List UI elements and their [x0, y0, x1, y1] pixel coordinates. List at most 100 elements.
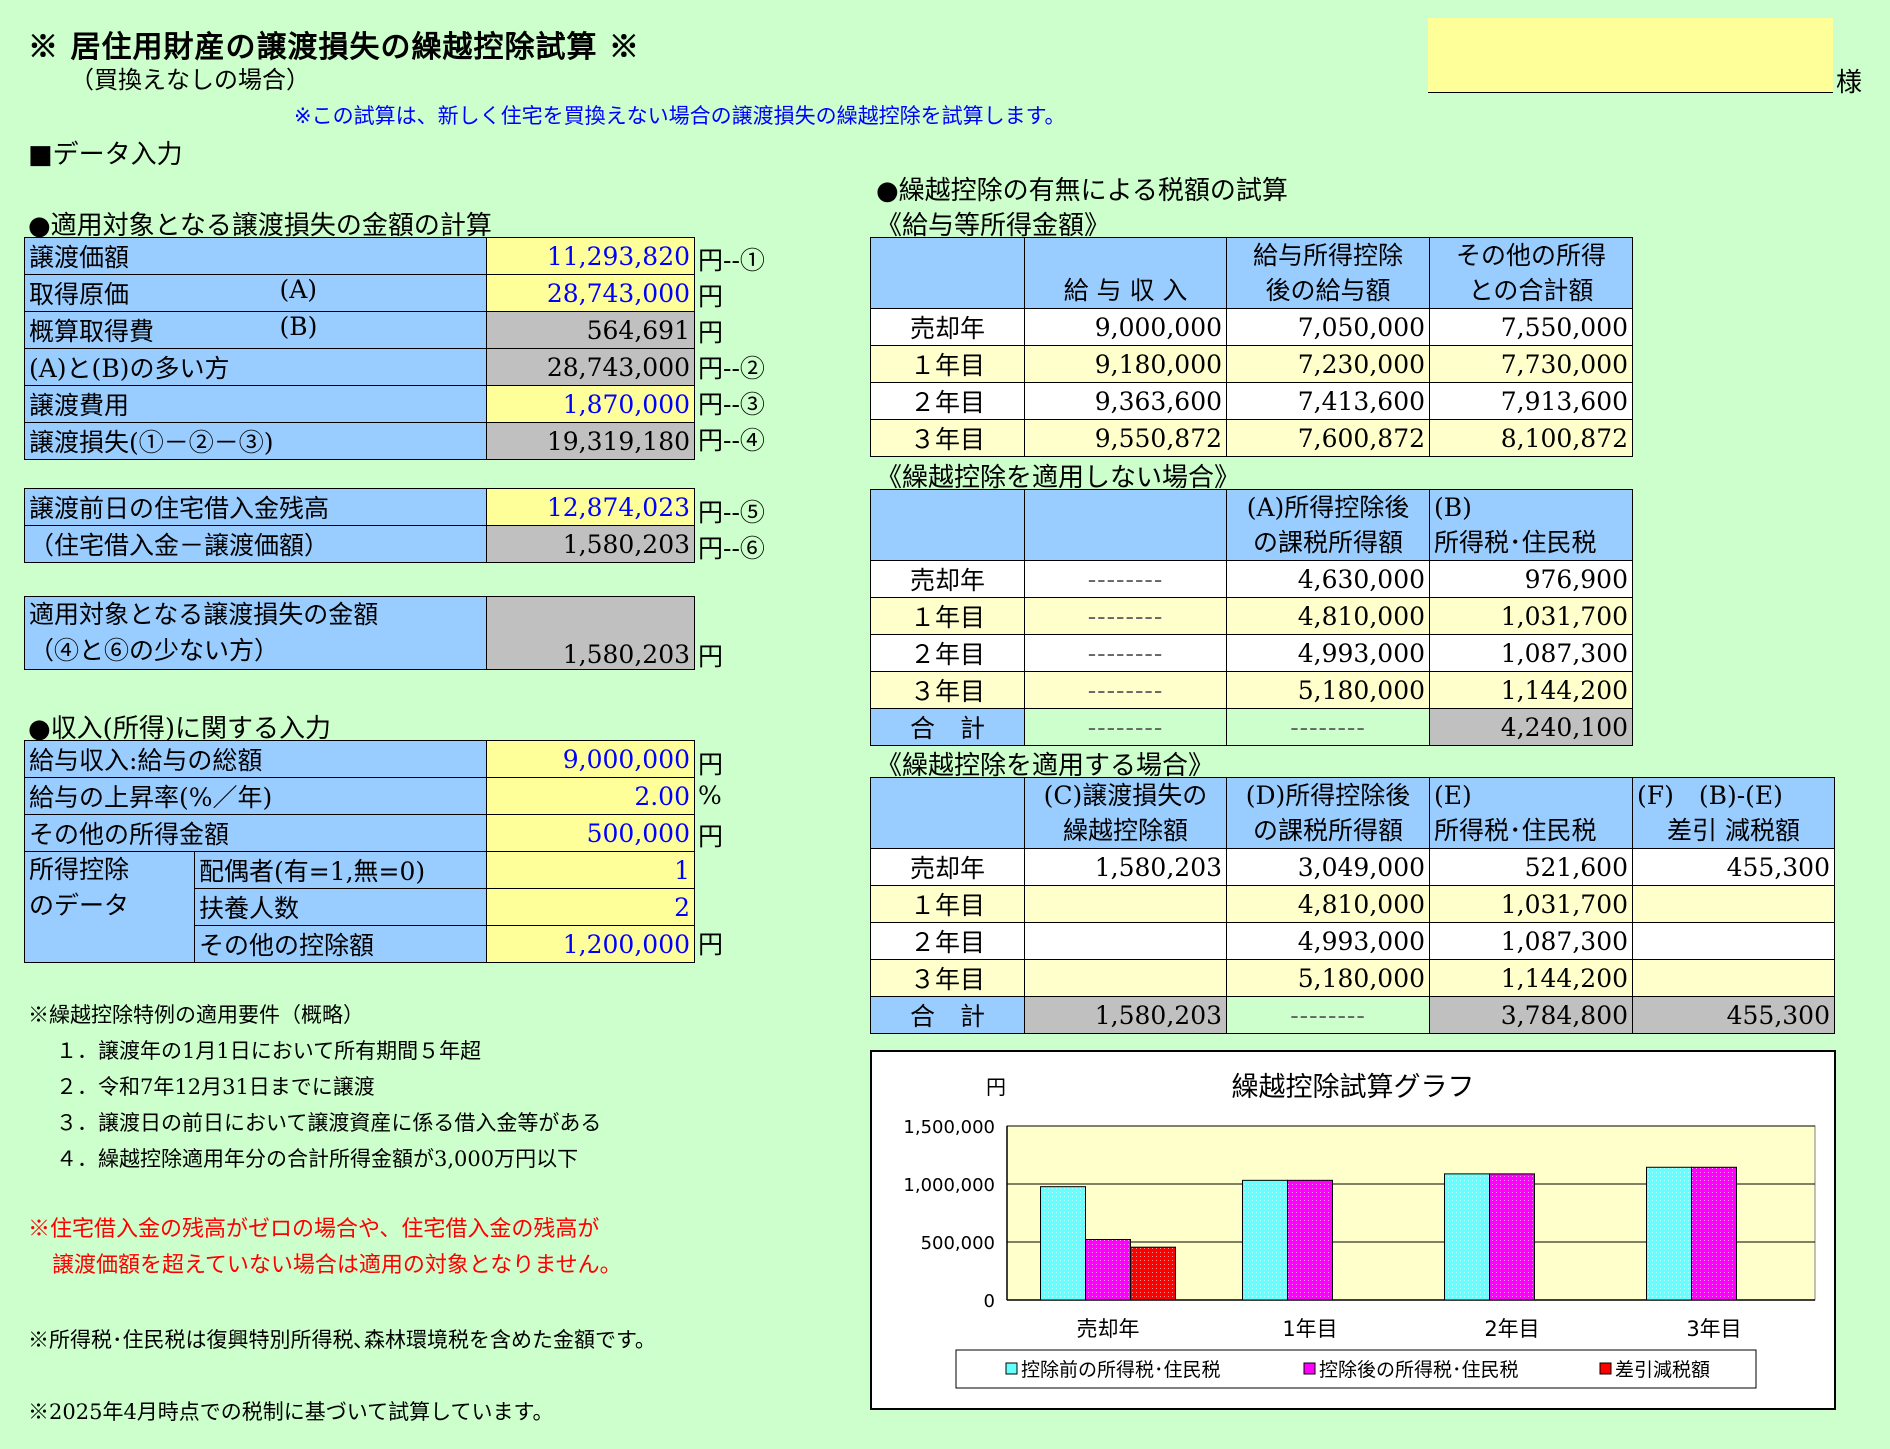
row-label: (A)と(B)の多い方 [24, 348, 487, 386]
total-value: 1,580,203 [1024, 996, 1227, 1034]
unit-label: 円 [698, 282, 724, 311]
income-table: 給与収入:給与の総額 9,000,000 給与の上昇率(%／年) 2.00 その… [24, 740, 695, 963]
tax-note: ※所得税･住民税は復興特別所得税､森林環境税を含めた金額です。 [28, 1328, 656, 1352]
value-cell: 976,900 [1429, 560, 1633, 598]
transfer-expense-input[interactable]: 1,870,000 [486, 385, 695, 423]
unit-label: 円--⑥ [698, 534, 765, 563]
bar [1444, 1173, 1490, 1301]
raise-rate-input[interactable]: 2.00 [486, 777, 695, 815]
salary-table: 給 与 収 入 給与所得控除 後の給与額 その他の所得 との合計額 売却年 9,00… [870, 237, 1633, 457]
row-label: 譲渡損失(①－②－③) [24, 422, 487, 460]
no-carry-table: (A)所得控除後 の課税所得額 (B) 所得税･住民税 売却年 -------- 4… [870, 489, 1633, 746]
sale-price-input[interactable]: 11,293,820 [486, 237, 695, 275]
data-input-heading: ■データ入力 [28, 140, 183, 170]
loan-balance-input[interactable]: 12,874,023 [486, 488, 695, 526]
table-row: 概算取得費 (B) 564,691 [24, 311, 695, 349]
value-cell: 1,144,200 [1429, 959, 1633, 997]
bar [1130, 1246, 1176, 1301]
warning-text: ※住宅借入金の残高がゼロの場合や、住宅借入金の残高が [28, 1217, 600, 1242]
value-cell: 7,913,600 [1429, 382, 1633, 420]
requirements-heading: ※繰越控除特例の適用要件（概略） [28, 1003, 364, 1027]
unit-label: % [698, 781, 722, 810]
unit-label: 円 [698, 318, 724, 347]
unit-label: 円 [698, 822, 724, 851]
unit-label: 円--④ [698, 426, 765, 455]
value-cell: 4,630,000 [1226, 560, 1430, 598]
bar-chart: 繰越控除試算グラフ 円 0 500,000 1,000,000 1,500,000 売却年 1… [903, 1072, 1816, 1389]
table-row: 譲渡損失(①－②－③) 19,319,180 [24, 422, 695, 460]
table-row: 合 計 -------- -------- 4,240,100 [870, 708, 1633, 746]
deduction-group-label: 所得控除 のデータ [24, 851, 195, 963]
value-cell: 7,600,872 [1226, 419, 1430, 457]
header-cell: (E) 所得税･住民税 [1429, 777, 1633, 849]
header-cell: (F) (B)-(E) 差引 減税額 [1632, 777, 1835, 849]
dash-cell: -------- [1024, 634, 1227, 672]
bar [1691, 1166, 1737, 1301]
y-tick-label: 1,000,000 [903, 1175, 995, 1196]
table-row: 所得控除 のデータ 配偶者(有=1,無=0) 1 [24, 851, 695, 963]
unit-label: 円--① [698, 246, 765, 275]
dependents-input[interactable]: 2 [486, 888, 695, 926]
table-row: 適用対象となる譲渡損失の金額 （④と⑥の少ない方） 1,580,203 [24, 596, 695, 670]
table-row: 譲渡価額 11,293,820 [24, 237, 695, 275]
salary-input[interactable]: 9,000,000 [486, 740, 695, 778]
table-row: 取得原価 (A) 28,743,000 [24, 274, 695, 312]
value-cell: 7,550,000 [1429, 308, 1633, 346]
total-value: 4,240,100 [1429, 708, 1633, 746]
row-label: 適用対象となる譲渡損失の金額 （④と⑥の少ない方） [24, 596, 487, 670]
value-cell: 1,087,300 [1429, 922, 1633, 960]
dash-cell: -------- [1024, 560, 1227, 598]
x-tick-label: 3年目 [1686, 1317, 1741, 1341]
dash-cell: -------- [1226, 996, 1430, 1034]
table-row: １年目 -------- 4,810,000 1,031,700 [870, 597, 1633, 635]
table-row: 売却年 9,000,000 7,050,000 7,550,000 [870, 308, 1633, 346]
value-cell: 9,000,000 [1024, 308, 1227, 346]
header-cell [870, 489, 1025, 561]
row-label: （住宅借入金－譲渡価額） [24, 525, 487, 563]
legend-swatch [1303, 1362, 1316, 1375]
header-cell: (C)譲渡損失の 繰越控除額 [1024, 777, 1227, 849]
value-cell: 455,300 [1632, 848, 1835, 886]
requirement-item: ２．令和7年12月31日までに譲渡 [56, 1075, 375, 1099]
value-cell: 9,550,872 [1024, 419, 1227, 457]
total-value: 455,300 [1632, 996, 1835, 1034]
year-cell: １年目 [870, 597, 1025, 635]
spouse-input[interactable]: 1 [486, 851, 695, 889]
applicable-loss-table: 適用対象となる譲渡損失の金額 （④と⑥の少ない方） 1,580,203 [24, 596, 695, 670]
table-row: 譲渡前日の住宅借入金残高 12,874,023 [24, 488, 695, 526]
value-cell: 5,180,000 [1226, 959, 1430, 997]
bar [1646, 1166, 1692, 1301]
year-cell: ３年目 [870, 671, 1025, 709]
value-cell: 7,050,000 [1226, 308, 1430, 346]
table-row: ２年目 -------- 4,993,000 1,087,300 [870, 634, 1633, 672]
table-header: 給 与 収 入 給与所得控除 後の給与額 その他の所得 との合計額 [870, 237, 1633, 309]
table-row: 売却年 1,580,203 3,049,000 521,600 455,300 [870, 848, 1835, 886]
year-cell: 売却年 [870, 560, 1025, 598]
table-row: （住宅借入金－譲渡価額） 1,580,203 [24, 525, 695, 563]
y-axis-label: 円 [986, 1075, 1006, 1099]
total-label: 合 計 [870, 996, 1025, 1034]
description-note: ※この試算は、新しく住宅を買換えない場合の譲渡損失の繰越控除を試算します。 [294, 104, 1066, 128]
header-cell: その他の所得 との合計額 [1429, 237, 1633, 309]
acquisition-cost-input[interactable]: 28,743,000 [486, 274, 695, 312]
with-carry-table: (C)譲渡損失の 繰越控除額 (D)所得控除後 の課税所得額 (E) 所得税･住民税 … [870, 777, 1835, 1034]
header-cell: 給与所得控除 後の給与額 [1226, 237, 1430, 309]
value-cell: 7,230,000 [1226, 345, 1430, 383]
table-row: (A)と(B)の多い方 28,743,000 [24, 348, 695, 386]
value-cell: 1,031,700 [1429, 885, 1633, 923]
bar [1287, 1179, 1333, 1301]
loan-minus-price-value: 1,580,203 [486, 525, 695, 563]
unit-label: 円 [698, 642, 724, 671]
row-label: 譲渡価額 [24, 237, 487, 275]
customer-name-input[interactable] [1428, 18, 1833, 93]
bar [1242, 1179, 1288, 1301]
other-income-input[interactable]: 500,000 [486, 814, 695, 852]
year-cell: １年目 [870, 885, 1025, 923]
other-deduction-input[interactable]: 1,200,000 [486, 925, 695, 963]
y-tick-label: 0 [984, 1291, 995, 1312]
year-cell: 売却年 [870, 308, 1025, 346]
row-label: その他の控除額 [194, 925, 487, 963]
year-cell: ３年目 [870, 419, 1025, 457]
x-tick-label: 売却年 [1077, 1317, 1140, 1341]
row-label: 譲渡前日の住宅借入金残高 [24, 488, 487, 526]
